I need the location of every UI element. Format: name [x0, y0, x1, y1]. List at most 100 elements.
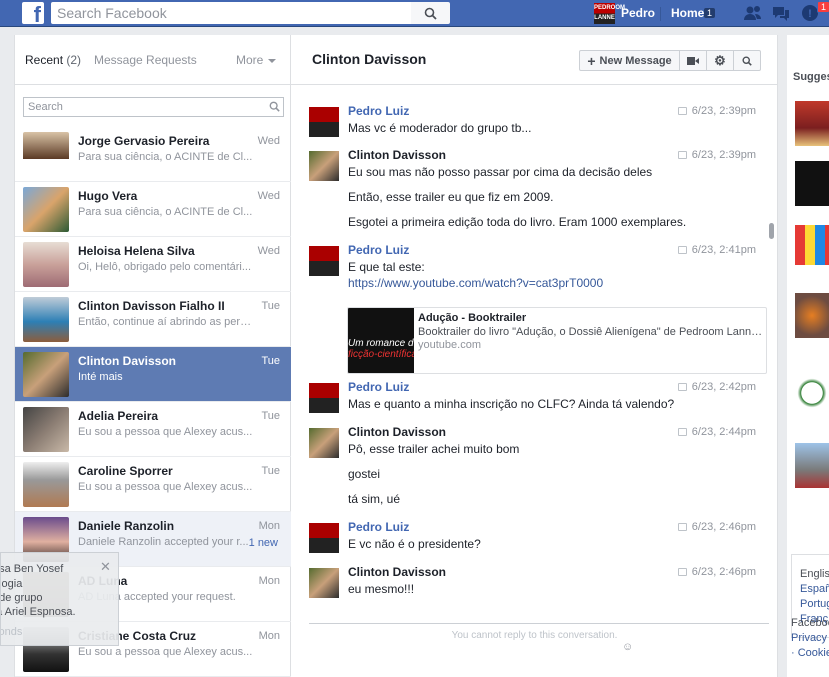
timestamp-text: 6/23, 2:39pm — [691, 149, 756, 161]
thread-snippet: Inté mais — [78, 371, 123, 383]
link-preview-thumbnail: Um romance de ficção-científica — [348, 308, 414, 373]
profile-avatar[interactable]: PEDROOM LANNE — [594, 3, 625, 24]
new-message-button[interactable]: + New Message — [579, 50, 680, 71]
message-text: E que tal este: — [348, 260, 425, 274]
message-text: Mas e quanto a minha inscrição no CLFC? … — [348, 397, 675, 411]
timestamp-text: 6/23, 2:42pm — [691, 381, 756, 393]
link-preview-card[interactable]: Um romance de ficção-científica Adução -… — [347, 307, 767, 374]
thread-item[interactable]: Clinton Davisson Fialho II Então, contin… — [15, 292, 292, 347]
language-link[interactable]: Portug — [800, 597, 829, 612]
video-call-button[interactable] — [680, 50, 707, 71]
search-input[interactable] — [51, 2, 411, 24]
timestamp-text: 6/23, 2:44pm — [691, 426, 756, 438]
thread-item[interactable]: Jorge Gervasio Pereira Para sua ciência,… — [15, 127, 292, 182]
footer-copyright: Faceboo — [791, 617, 829, 629]
tab-more[interactable]: More — [236, 53, 277, 67]
flag-icon[interactable] — [677, 523, 687, 532]
smiley-icon[interactable]: ☺ — [622, 641, 633, 653]
messages-icon[interactable] — [771, 4, 791, 22]
message-sender[interactable]: Clinton Davisson — [348, 565, 446, 579]
profile-name-link[interactable]: Pedro — [621, 6, 655, 20]
search-conversation-button[interactable] — [734, 50, 761, 71]
language-link[interactable]: Españ — [800, 582, 829, 597]
thread-snippet: Daniele Ranzolin accepted your r... — [78, 536, 249, 548]
thread-time: Mon — [258, 630, 280, 642]
avatar[interactable] — [309, 428, 339, 458]
suggested-page-thumbnail[interactable] — [795, 225, 829, 265]
thread-item[interactable]: Adelia Pereira Eu sou a pessoa que Alexe… — [15, 402, 292, 457]
flag-icon[interactable] — [677, 151, 687, 160]
thread-name: Daniele Ranzolin — [78, 519, 175, 533]
suggested-page-thumbnail[interactable] — [795, 373, 829, 413]
message-sender[interactable]: Clinton Davisson — [348, 148, 446, 162]
avatar[interactable] — [309, 151, 339, 181]
flag-icon[interactable] — [677, 568, 687, 577]
cannot-reply-notice: You cannot reply to this conversation. — [451, 630, 618, 641]
search-icon — [269, 101, 280, 112]
language-current: Englis — [800, 568, 829, 580]
avatar — [23, 297, 69, 342]
settings-button[interactable]: ⚙ — [707, 50, 734, 71]
footer-links: Faceboo Privacy · Cookie — [791, 616, 829, 661]
facebook-logo[interactable]: f — [22, 2, 44, 24]
flag-icon[interactable] — [677, 246, 687, 255]
thread-item[interactable]: Caroline Sporrer Eu sou a pessoa que Ale… — [15, 457, 292, 512]
avatar[interactable] — [309, 523, 339, 553]
message-sender[interactable]: Pedro Luiz — [348, 520, 409, 534]
timestamp-text: 6/23, 2:46pm — [691, 521, 756, 533]
nav-divider — [660, 7, 661, 21]
search-button[interactable] — [411, 2, 450, 24]
thread-time: Tue — [261, 410, 280, 422]
flag-icon[interactable] — [677, 428, 687, 437]
message-sender[interactable]: Pedro Luiz — [348, 243, 409, 257]
message-timestamp: 6/23, 2:41pm — [677, 244, 756, 256]
message-sender[interactable]: Clinton Davisson — [348, 425, 446, 439]
suggested-page-thumbnail[interactable] — [795, 101, 829, 146]
thread-item-selected[interactable]: Clinton Davisson Inté mais Tue — [15, 347, 292, 402]
thread-snippet: Eu sou a pessoa que Alexey acus... — [78, 481, 253, 493]
message-sender[interactable]: Pedro Luiz — [348, 380, 409, 394]
inbox-tabs: Recent (2) Message Requests More — [15, 35, 290, 85]
tab-message-requests[interactable]: Message Requests — [94, 53, 197, 67]
friend-requests-icon[interactable] — [743, 4, 763, 22]
toast-line: ta Ariel Espnosa. — [0, 606, 76, 618]
footer-link-cookies[interactable]: · Cookie — [791, 646, 829, 661]
search-icon — [424, 7, 437, 20]
thread-snippet: Oi, Helô, obrigado pelo comentári... — [78, 261, 252, 273]
avatar[interactable] — [309, 383, 339, 413]
avatar[interactable] — [309, 107, 339, 137]
message-timestamp: 6/23, 2:44pm — [677, 426, 756, 438]
tab-recent[interactable]: Recent (2) — [25, 53, 81, 67]
avatar[interactable] — [309, 568, 339, 598]
conversation-search-input[interactable] — [24, 98, 260, 116]
home-count-badge: 1 — [704, 8, 716, 18]
thread-snippet: Para sua ciência, o ACINTE de Cl... — [78, 206, 253, 218]
thread-item[interactable]: Heloisa Helena Silva Oi, Helô, obrigado … — [15, 237, 292, 292]
close-icon[interactable]: ✕ — [100, 559, 111, 575]
new-message-count: 1 new — [248, 537, 278, 549]
flag-icon[interactable] — [677, 383, 687, 392]
suggested-page-thumbnail[interactable] — [795, 293, 829, 338]
toast-line: ologia — [1, 578, 23, 590]
avatar — [23, 407, 69, 452]
footer-link-privacy[interactable]: Privacy — [791, 631, 829, 646]
message-text: Pô, esse trailer achei muito bom — [348, 442, 520, 456]
thread-snippet: Então, continue aí abrindo as pern... — [78, 316, 253, 328]
thread-time: Mon — [258, 520, 280, 532]
message-link[interactable]: https://www.youtube.com/watch?v=cat3prT0… — [348, 276, 603, 290]
suggested-page-thumbnail[interactable] — [795, 443, 829, 488]
link-preview-title: Adução - Booktrailer — [418, 312, 527, 324]
message-sender[interactable]: Pedro Luiz — [348, 104, 409, 118]
conversation-header: Clinton Davisson + New Message ⚙ — [291, 35, 777, 85]
avatar[interactable] — [309, 246, 339, 276]
flag-icon[interactable] — [677, 107, 687, 116]
home-link[interactable]: Home — [671, 6, 704, 20]
message-timestamp: 6/23, 2:39pm — [677, 105, 756, 117]
conversation-title[interactable]: Clinton Davisson — [312, 51, 426, 67]
thread-item[interactable]: Hugo Vera Para sua ciência, o ACINTE de … — [15, 182, 292, 237]
conversation-search-box — [23, 97, 284, 117]
message-text: Esgotei a primeira edição toda do livro.… — [348, 215, 687, 229]
suggested-page-thumbnail[interactable] — [795, 161, 829, 206]
message-scrollbar[interactable] — [769, 223, 774, 239]
notification-toast[interactable]: osa Ben Yosef ologia ade grupo ta Ariel … — [0, 552, 119, 646]
